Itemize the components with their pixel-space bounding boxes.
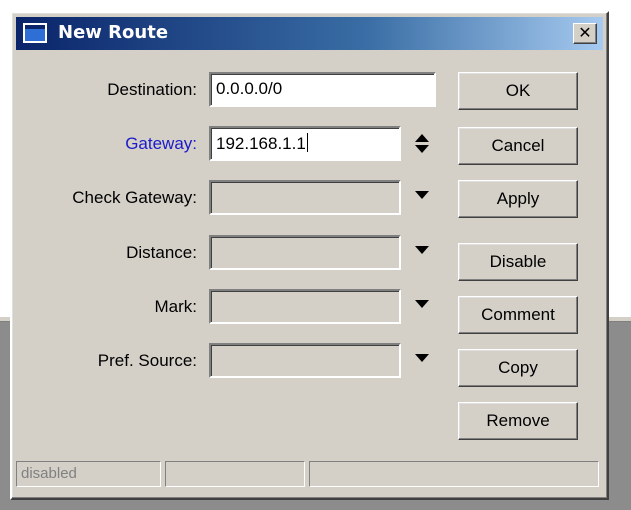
window-title: New Route bbox=[58, 22, 169, 43]
check-gateway-label: Check Gateway: bbox=[72, 188, 197, 207]
gateway-input[interactable]: 192.168.1.1 bbox=[209, 126, 401, 161]
new-route-dialog: New Route ✕ Destination: 0.0.0.0/0 Gatew… bbox=[10, 11, 609, 500]
copy-button[interactable]: Copy bbox=[458, 349, 578, 387]
cancel-button[interactable]: Cancel bbox=[458, 127, 578, 165]
disable-button[interactable]: Disable bbox=[458, 243, 578, 281]
mark-label: Mark: bbox=[154, 297, 198, 316]
destination-value: 0.0.0.0/0 bbox=[216, 79, 283, 98]
gateway-label[interactable]: Gateway: bbox=[125, 134, 197, 154]
mark-select[interactable] bbox=[209, 289, 401, 324]
distance-select[interactable] bbox=[209, 235, 401, 270]
check-gateway-dropdown-icon[interactable] bbox=[415, 191, 429, 199]
apply-button[interactable]: Apply bbox=[458, 180, 578, 218]
mark-dropdown-icon[interactable] bbox=[415, 300, 429, 308]
close-icon: ✕ bbox=[578, 23, 592, 42]
destination-input[interactable]: 0.0.0.0/0 bbox=[209, 72, 436, 107]
pref-source-label: Pref. Source: bbox=[97, 351, 197, 370]
distance-dropdown-icon[interactable] bbox=[415, 246, 429, 254]
close-button[interactable]: ✕ bbox=[573, 23, 597, 44]
background-window-edge bbox=[606, 316, 631, 322]
pref-source-select[interactable] bbox=[209, 343, 401, 378]
remove-button[interactable]: Remove bbox=[458, 402, 578, 440]
arrow-up-icon[interactable] bbox=[415, 134, 429, 142]
check-gateway-select[interactable] bbox=[209, 180, 401, 215]
comment-button[interactable]: Comment bbox=[458, 296, 578, 334]
ok-button[interactable]: OK bbox=[458, 72, 578, 110]
gateway-value: 192.168.1.1 bbox=[216, 134, 306, 153]
destination-label: Destination: bbox=[107, 80, 197, 99]
gateway-add-remove-icon[interactable] bbox=[415, 134, 429, 154]
status-cell-2 bbox=[165, 461, 305, 487]
window-icon bbox=[23, 23, 47, 43]
distance-label: Distance: bbox=[126, 243, 197, 262]
arrow-down-icon[interactable] bbox=[415, 145, 429, 153]
status-cell-state: disabled bbox=[16, 461, 161, 487]
text-caret bbox=[306, 133, 308, 152]
pref-source-dropdown-icon[interactable] bbox=[415, 354, 429, 362]
title-bar[interactable]: New Route ✕ bbox=[16, 17, 603, 50]
status-cell-3 bbox=[309, 461, 599, 487]
